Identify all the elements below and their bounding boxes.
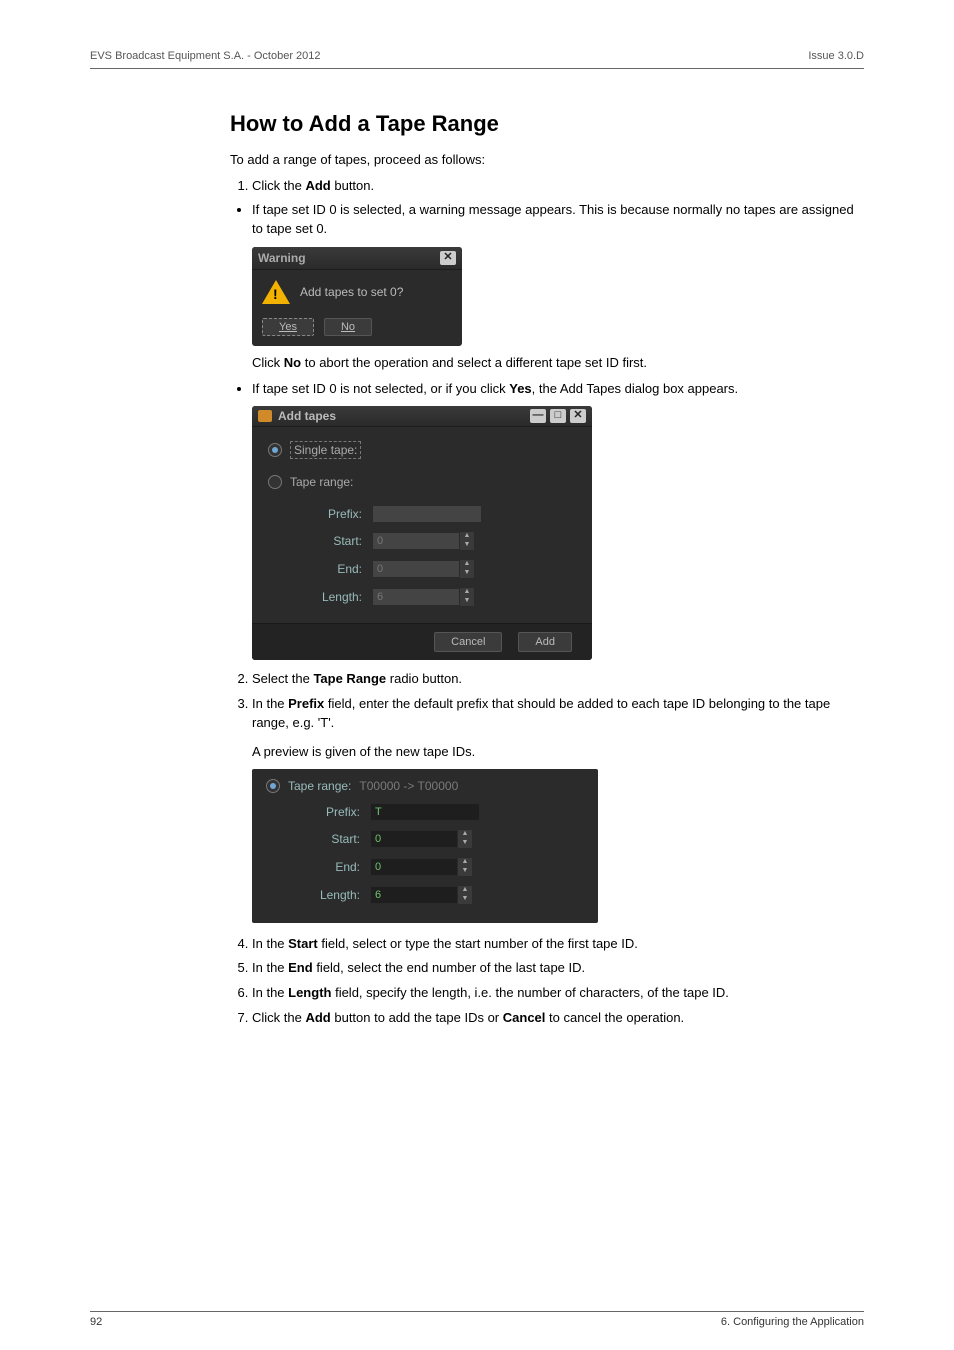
bullet2-b: Yes — [509, 381, 531, 396]
close-icon[interactable]: ✕ — [570, 409, 586, 423]
step-1: Click the Add button. — [252, 177, 864, 196]
add-tapes-title: Add tapes — [278, 409, 336, 423]
length-spinner[interactable]: ▲▼ — [460, 587, 475, 607]
start-label: Start: — [268, 534, 372, 548]
footer-section: 6. Configuring the Application — [721, 1316, 864, 1328]
step-2: Select the Tape Range radio button. — [252, 670, 864, 689]
step6-a: In the — [252, 985, 288, 1000]
dialog-icon — [258, 410, 272, 422]
step3-a: In the — [252, 696, 288, 711]
step4-b: Start — [288, 936, 318, 951]
close-icon[interactable]: ✕ — [440, 251, 456, 265]
end-label: End: — [268, 562, 372, 576]
step-5: In the End field, select the end number … — [252, 959, 864, 978]
step-6: In the Length field, specify the length,… — [252, 984, 864, 1003]
length-label: Length: — [268, 590, 372, 604]
preview-radio[interactable] — [266, 779, 280, 793]
prefix-field[interactable] — [372, 505, 482, 523]
warning-message: Add tapes to set 0? — [300, 285, 403, 299]
intro-text: To add a range of tapes, proceed as foll… — [230, 151, 864, 169]
cancel-button[interactable]: Cancel — [434, 632, 502, 652]
maximize-icon[interactable]: □ — [550, 409, 566, 423]
single-tape-label: Single tape: — [290, 441, 361, 459]
step1-text-a: Click the — [252, 178, 305, 193]
add-tapes-dialog: Add tapes — □ ✕ Single tape: Tape range: — [252, 406, 592, 660]
page-header: EVS Broadcast Equipment S.A. - October 2… — [90, 50, 864, 69]
step3-c: field, enter the default prefix that sho… — [252, 696, 830, 730]
section-heading: How to Add a Tape Range — [230, 111, 864, 137]
preview-range-label: Tape range: — [288, 779, 351, 793]
after-warn-text: Click No to abort the operation and sele… — [252, 354, 864, 372]
preview-start-label: Start: — [266, 832, 370, 846]
step4-c: field, select or type the start number o… — [318, 936, 638, 951]
step7-a: Click the — [252, 1010, 305, 1025]
step4-a: In the — [252, 936, 288, 951]
step2-c: radio button. — [386, 671, 462, 686]
step3-note: A preview is given of the new tape IDs. — [252, 743, 864, 761]
bullet2-c: , the Add Tapes dialog box appears. — [532, 381, 738, 396]
bullet-1: If tape set ID 0 is selected, a warning … — [252, 201, 864, 239]
step3-b: Prefix — [288, 696, 324, 711]
step7-e: to cancel the operation. — [545, 1010, 684, 1025]
bullet2-a: If tape set ID 0 is not selected, or if … — [252, 381, 509, 396]
page-number: 92 — [90, 1316, 102, 1328]
after-warn-b: No — [284, 355, 301, 370]
single-tape-radio[interactable] — [268, 443, 282, 457]
header-left: EVS Broadcast Equipment S.A. - October 2… — [90, 50, 321, 62]
step5-c: field, select the end number of the last… — [313, 960, 585, 975]
preview-panel: Tape range: T00000 -> T00000 Prefix: T S… — [252, 769, 598, 923]
step2-b: Tape Range — [313, 671, 386, 686]
warning-icon — [262, 280, 290, 304]
step5-b: End — [288, 960, 313, 975]
preview-start-field[interactable]: 0 — [370, 830, 458, 848]
length-field[interactable]: 6 — [372, 588, 460, 606]
step5-a: In the — [252, 960, 288, 975]
add-button[interactable]: Add — [518, 632, 572, 652]
preview-prefix-label: Prefix: — [266, 805, 370, 819]
tape-range-radio[interactable] — [268, 475, 282, 489]
prefix-label: Prefix: — [268, 507, 372, 521]
minimize-icon[interactable]: — — [530, 409, 546, 423]
step-3: In the Prefix field, enter the default p… — [252, 695, 864, 760]
preview-end-spinner[interactable]: ▲▼ — [458, 857, 473, 877]
preview-end-field[interactable]: 0 — [370, 858, 458, 876]
preview-start-spinner[interactable]: ▲▼ — [458, 829, 473, 849]
preview-prefix-field[interactable]: T — [370, 803, 480, 821]
step7-b: Add — [305, 1010, 330, 1025]
header-right: Issue 3.0.D — [808, 50, 864, 62]
start-spinner[interactable]: ▲▼ — [460, 531, 475, 551]
page-footer: 92 6. Configuring the Application — [90, 1311, 864, 1328]
step6-b: Length — [288, 985, 331, 1000]
preview-end-label: End: — [266, 860, 370, 874]
bullet-2: If tape set ID 0 is not selected, or if … — [252, 380, 864, 399]
warning-title: Warning — [258, 251, 306, 265]
after-warn-a: Click — [252, 355, 284, 370]
step-7: Click the Add button to add the tape IDs… — [252, 1009, 864, 1028]
preview-range-value: T00000 -> T00000 — [359, 779, 458, 793]
step6-c: field, specify the length, i.e. the numb… — [331, 985, 728, 1000]
end-spinner[interactable]: ▲▼ — [460, 559, 475, 579]
after-warn-c: to abort the operation and select a diff… — [301, 355, 647, 370]
warning-dialog: Warning ✕ Add tapes to set 0? Yes No — [252, 247, 462, 346]
end-field[interactable]: 0 — [372, 560, 460, 578]
step7-d: Cancel — [503, 1010, 546, 1025]
yes-button[interactable]: Yes — [262, 318, 314, 336]
preview-length-label: Length: — [266, 888, 370, 902]
step1-text-c: button. — [331, 178, 374, 193]
step1-bold: Add — [305, 178, 330, 193]
step2-a: Select the — [252, 671, 313, 686]
preview-length-spinner[interactable]: ▲▼ — [458, 885, 473, 905]
step-4: In the Start field, select or type the s… — [252, 935, 864, 954]
start-field[interactable]: 0 — [372, 532, 460, 550]
step7-c: button to add the tape IDs or — [331, 1010, 503, 1025]
preview-length-field[interactable]: 6 — [370, 886, 458, 904]
tape-range-label: Tape range: — [290, 475, 353, 489]
no-button[interactable]: No — [324, 318, 372, 336]
